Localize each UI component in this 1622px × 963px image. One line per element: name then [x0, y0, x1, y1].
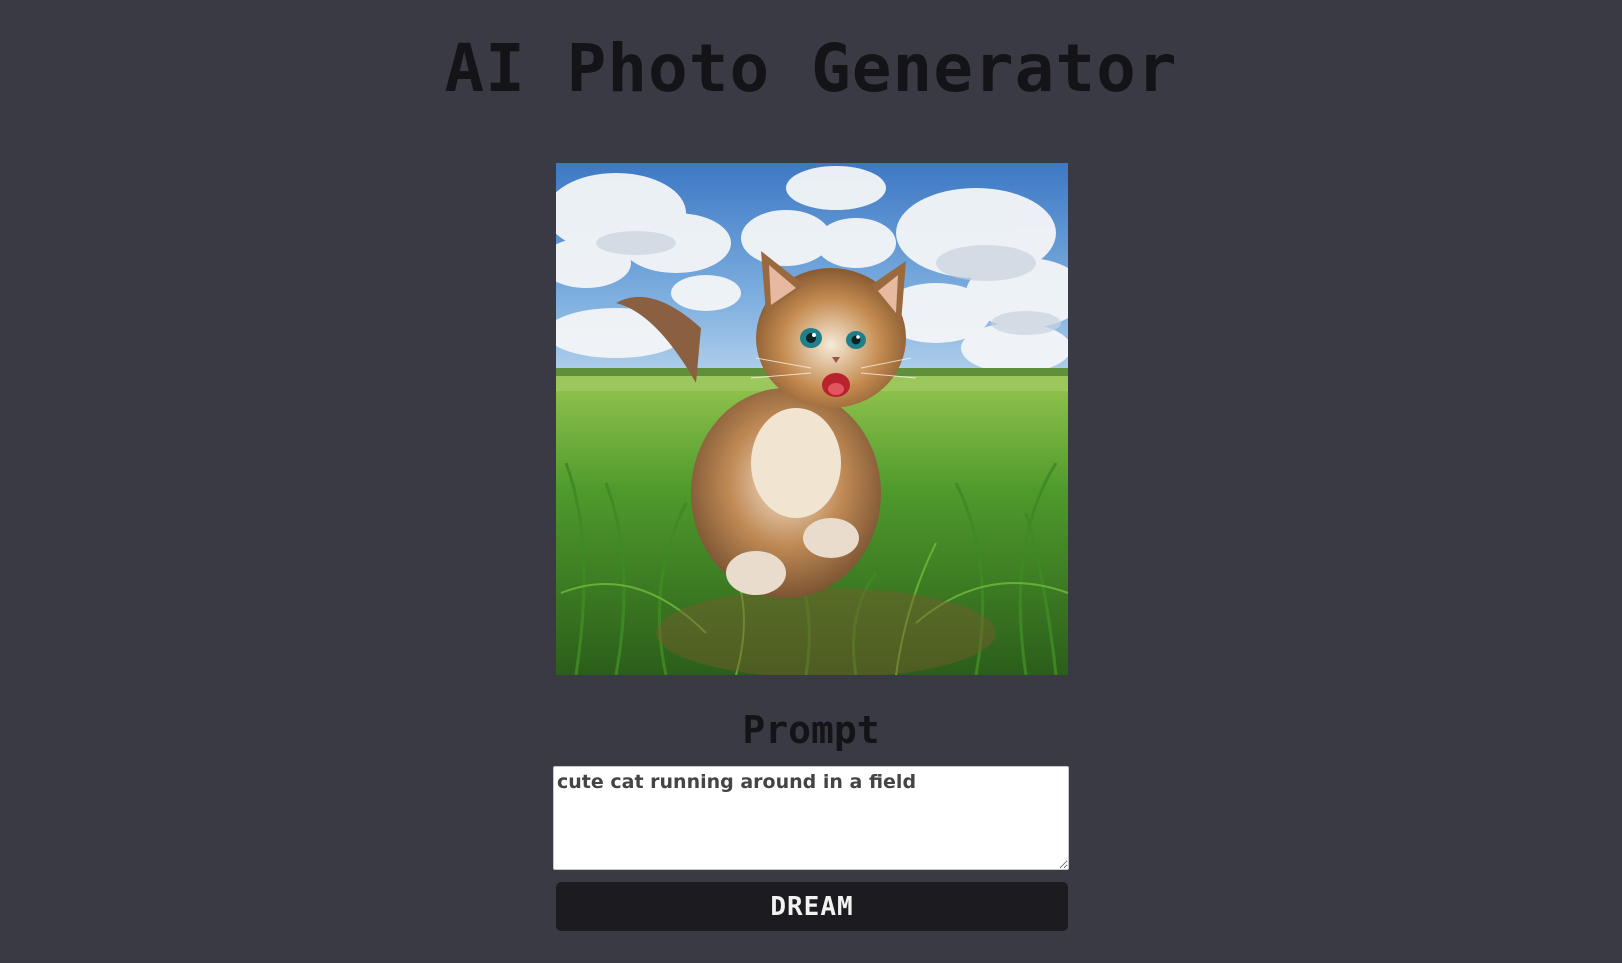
prompt-heading: Prompt [742, 708, 880, 752]
prompt-input[interactable]: cute cat running around in a field [553, 766, 1069, 870]
generated-image [556, 163, 1068, 675]
dream-button[interactable]: DREAM [556, 882, 1068, 931]
kitten-field-illustration [556, 163, 1068, 675]
page-title: AI Photo Generator [444, 30, 1178, 107]
